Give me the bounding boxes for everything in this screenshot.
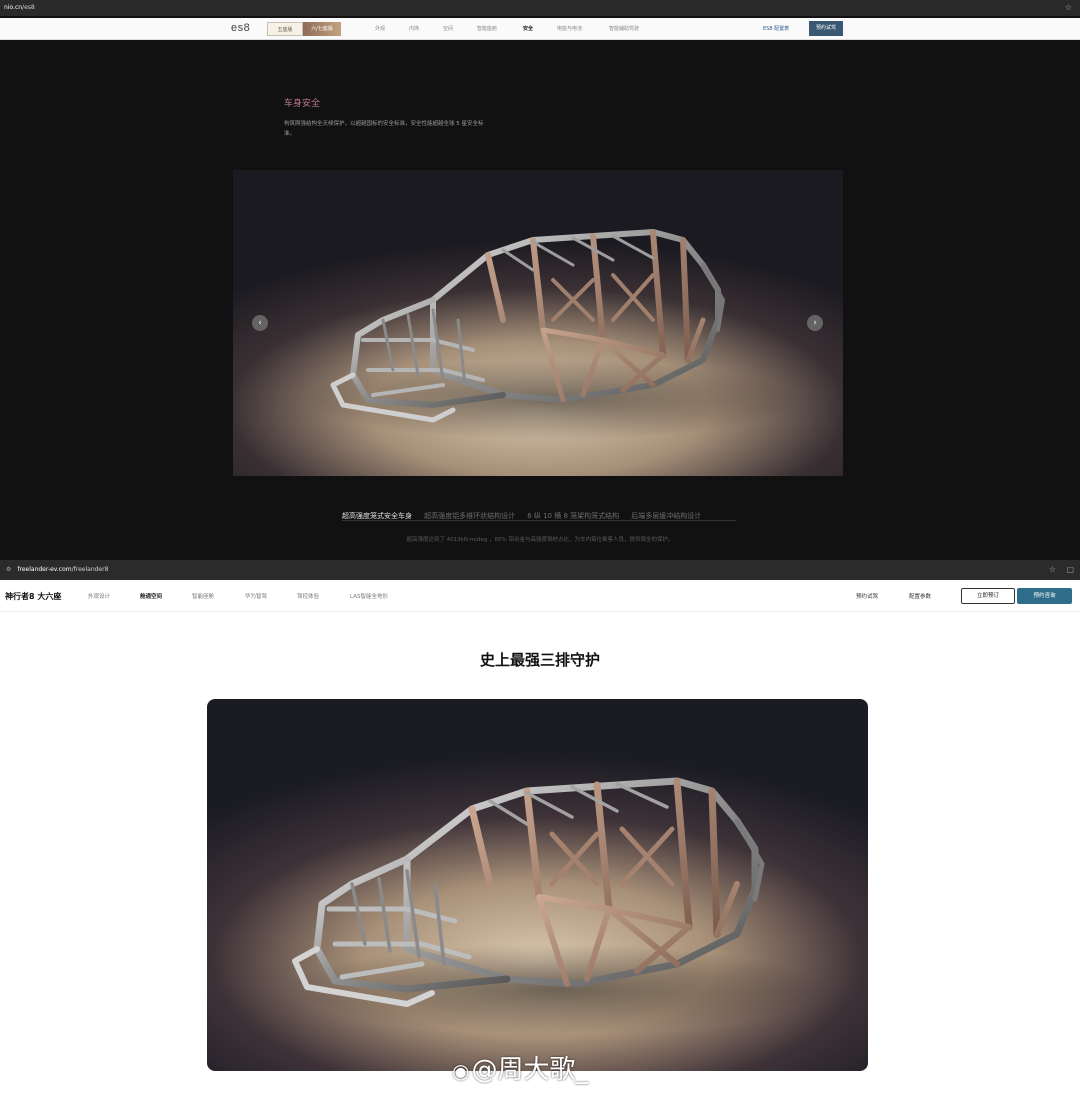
freelander-browser-window: ⚙ freelander-ev.com/freelander8 ☆ ▢ 神行者8 … bbox=[0, 560, 1080, 1093]
site-settings-icon[interactable]: ⚙ bbox=[6, 566, 11, 573]
nio-browser-window: nio.cn/es8 ☆ es8 五座版 六/七座版 外观 内饰 空间 智能座舱… bbox=[0, 0, 1080, 560]
nav-link-terrain[interactable]: LAS智能全地形 bbox=[350, 592, 388, 600]
nav-link-safety[interactable]: 安全 bbox=[523, 22, 533, 36]
config-sheet-link[interactable]: ES8 配置表 bbox=[763, 22, 789, 36]
es8-logo[interactable]: es8 bbox=[231, 22, 250, 34]
feature-tabs: 超高强度笼式安全车身 超高强度铝多维环状结构设计 6 纵 10 横 8 笼架构笼… bbox=[342, 503, 736, 521]
nav-link-space[interactable]: 空间 bbox=[443, 22, 453, 36]
nav-link-cockpit[interactable]: 智能座舱 bbox=[477, 22, 497, 36]
car-body-frame-illustration bbox=[287, 777, 827, 1034]
section-heading: 史上最强三排守护 bbox=[479, 651, 600, 669]
nav-link-driving[interactable]: 驾控体验 bbox=[297, 592, 319, 600]
car-body-frame-illustration bbox=[303, 229, 803, 440]
freelander-top-nav: 神行者8 大六座 外观设计 舱通空间 智能座舱 华为智驾 驾控体验 LAS智能全… bbox=[0, 582, 1080, 612]
brand-title[interactable]: 神行者8 大六座 bbox=[5, 591, 61, 602]
star-icon[interactable]: ☆ bbox=[1065, 0, 1072, 16]
test-drive-button[interactable]: 预约试驾 bbox=[809, 21, 843, 36]
nav-link-design[interactable]: 外观设计 bbox=[88, 592, 110, 600]
car-frame-image: ‹ › bbox=[233, 170, 843, 476]
weibo-logo: ◉ bbox=[452, 1059, 470, 1083]
url-path: /es8 bbox=[22, 4, 35, 11]
consult-button[interactable]: 预约咨询 bbox=[1017, 588, 1072, 604]
test-drive-link[interactable]: 预约试驾 bbox=[856, 592, 878, 600]
section-title: 车身安全 bbox=[284, 99, 321, 109]
nav-link-battery[interactable]: 电能与电池 bbox=[557, 22, 582, 36]
tab-cage-structure[interactable]: 6 纵 10 横 8 笼架构笼式结构 bbox=[527, 511, 619, 521]
arrow-right-icon[interactable]: › bbox=[807, 315, 823, 331]
nav-link-interior[interactable]: 内饰 bbox=[409, 22, 419, 36]
tab-rear-buffer[interactable]: 后端多层缓冲结构设计 bbox=[631, 511, 701, 521]
weibo-watermark: ◉@周大歌_ bbox=[452, 1049, 588, 1086]
address-bar[interactable]: ⚙ freelander-ev.com/freelander8 ☆ ▢ bbox=[0, 560, 1080, 580]
extensions-icon[interactable]: ▢ bbox=[1066, 560, 1074, 580]
address-bar[interactable]: nio.cn/es8 ☆ bbox=[0, 0, 1080, 16]
tab-cage-body[interactable]: 超高强度笼式安全车身 bbox=[342, 511, 412, 521]
nav-link-exterior[interactable]: 外观 bbox=[375, 22, 385, 36]
six-seven-seat-toggle[interactable]: 六/七座版 bbox=[303, 22, 341, 36]
nav-link-assisted-driving[interactable]: 智能辅助驾驶 bbox=[609, 22, 639, 36]
section-description: 构筑刚强结构全天候保护，以超越国标的安全标准，安全性能超越全球 5 星安全标准。 bbox=[284, 121, 484, 137]
config-link[interactable]: 配置参数 bbox=[909, 592, 931, 600]
tab-caption: 超高强度达到了 4013kN·m/deg ，80% 铝合金与高强度钢材占比，为车… bbox=[406, 537, 674, 543]
tab-aluminum-ring[interactable]: 超高强度铝多维环状结构设计 bbox=[424, 511, 515, 521]
five-seat-toggle[interactable]: 五座版 bbox=[267, 22, 303, 36]
car-frame-image bbox=[207, 699, 868, 1071]
nav-link-huawei[interactable]: 华为智驾 bbox=[245, 592, 267, 600]
url-path: /freelander8 bbox=[71, 566, 109, 573]
nio-top-nav: es8 五座版 六/七座版 外观 内饰 空间 智能座舱 安全 电能与电池 智能辅… bbox=[0, 18, 1080, 40]
nav-link-cockpit[interactable]: 智能座舱 bbox=[192, 592, 214, 600]
nav-link-space[interactable]: 舱通空间 bbox=[140, 592, 162, 600]
star-icon[interactable]: ☆ bbox=[1049, 560, 1056, 580]
url-host: nio.cn bbox=[4, 4, 23, 11]
watermark-text: @周大歌_ bbox=[471, 1055, 589, 1085]
url-host: freelander-ev.com bbox=[17, 566, 72, 573]
arrow-left-icon[interactable]: ‹ bbox=[252, 315, 268, 331]
order-now-button[interactable]: 立即预订 bbox=[961, 588, 1015, 604]
